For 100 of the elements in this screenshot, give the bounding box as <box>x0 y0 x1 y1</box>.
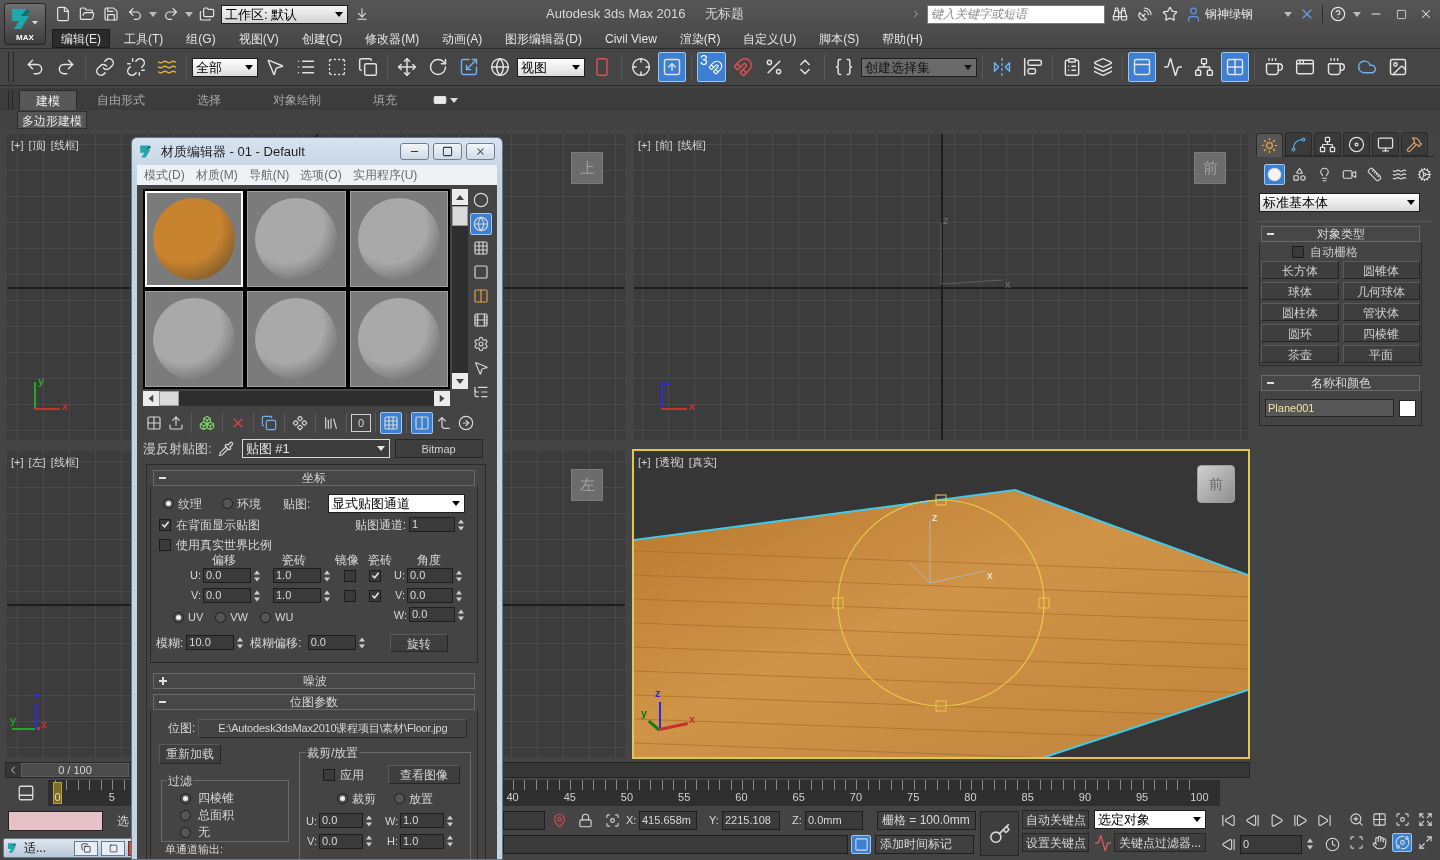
number-field[interactable]: 1.0 <box>400 813 444 829</box>
number-field[interactable]: 0.0 <box>409 607 455 623</box>
add-time-tag-field[interactable]: 添加时间标记 <box>875 834 974 854</box>
menu-item[interactable]: 视图(V) <box>229 28 288 48</box>
ribbon-tab[interactable]: 选择 <box>165 90 253 110</box>
number-field[interactable]: 1.0 <box>400 833 444 849</box>
scroll-thumb[interactable] <box>159 391 179 406</box>
menu-item[interactable]: 脚本(S) <box>810 28 869 48</box>
frame-field[interactable]: 0 <box>1240 834 1302 854</box>
radio-button[interactable] <box>173 611 184 623</box>
current-frame-marker[interactable]: 0 <box>53 782 62 804</box>
object-type-button[interactable]: 四棱锥 <box>1342 324 1420 342</box>
radio-button[interactable] <box>180 826 191 838</box>
sample-option-button[interactable] <box>470 213 492 235</box>
coordinate-field[interactable]: 0.0mm <box>805 810 863 830</box>
help-button[interactable] <box>1328 4 1348 24</box>
rollout-header[interactable]: 坐标 <box>153 469 475 486</box>
maximize-button[interactable] <box>101 840 125 856</box>
number-field[interactable]: 0.0 <box>407 588 453 603</box>
gizmo-handle[interactable] <box>935 700 947 712</box>
rollout-header[interactable]: 位图参数 <box>153 693 475 710</box>
viewport-label[interactable]: [透视] <box>655 454 684 471</box>
map-name-dropdown[interactable]: 贴图 #1 <box>241 439 390 459</box>
keyboard-override-button[interactable] <box>658 52 686 82</box>
map-type-button[interactable]: Bitmap <box>394 439 483 459</box>
category-dropdown[interactable]: 标准基本体 <box>1259 193 1420 212</box>
checkbox[interactable] <box>369 569 381 582</box>
panel-tab[interactable] <box>1343 132 1370 156</box>
menu-item[interactable]: 帮助(H) <box>873 28 932 48</box>
prompt-field[interactable] <box>503 834 848 854</box>
spinner-arrows-icon[interactable] <box>323 568 331 583</box>
number-field[interactable]: 0.0 <box>407 568 453 583</box>
set-key-button[interactable] <box>980 811 1019 856</box>
selection-filter-dropdown[interactable]: 全部 <box>192 57 258 77</box>
number-field[interactable]: 0.0 <box>319 833 363 849</box>
object-type-button[interactable]: 圆柱体 <box>1261 303 1339 321</box>
save-button[interactable] <box>101 4 121 24</box>
menu-item[interactable]: 渲染(R) <box>670 28 730 48</box>
ribbon-toggle-button[interactable] <box>1127 52 1156 82</box>
spinner-arrows-icon[interactable] <box>357 635 366 650</box>
time-slider-handle[interactable]: 0 / 100 <box>21 763 129 777</box>
spinner-arrows-icon[interactable] <box>365 813 373 828</box>
minimize-button[interactable] <box>400 143 429 160</box>
panel-tab[interactable] <box>1256 133 1283 157</box>
spinner-arrows-icon[interactable] <box>236 635 245 650</box>
viewport-label[interactable]: [真实] <box>688 454 717 471</box>
number-field[interactable]: 0.0 <box>319 813 363 829</box>
radio-button[interactable] <box>260 611 271 623</box>
panel-tab[interactable] <box>1372 132 1399 156</box>
object-type-button[interactable]: 几何球体 <box>1342 282 1420 300</box>
radio-button[interactable] <box>215 611 227 623</box>
number-field[interactable]: 1 <box>409 517 455 532</box>
selection-field[interactable] <box>503 810 545 830</box>
checkbox[interactable] <box>344 569 356 582</box>
panel-tab[interactable] <box>1285 132 1312 156</box>
object-type-button[interactable]: 平面 <box>1342 345 1420 363</box>
gizmo-handle[interactable] <box>935 494 947 506</box>
spinner-arrows-icon[interactable] <box>323 588 331 603</box>
radio-button[interactable] <box>222 498 233 509</box>
radio-button[interactable] <box>163 498 174 509</box>
number-field[interactable]: 1.0 <box>273 568 321 583</box>
ribbon-tab[interactable]: 建模 <box>19 90 77 110</box>
viewport-label[interactable]: [线框] <box>50 137 79 154</box>
menu-item[interactable]: 创建(C) <box>292 28 352 48</box>
user-account-button[interactable]: 钢神绿钢 <box>1185 4 1253 24</box>
radio-button[interactable] <box>180 809 191 821</box>
panel-tab[interactable] <box>1314 132 1341 156</box>
set-key-mode-button[interactable]: 设置关键点 <box>1022 833 1089 852</box>
gizmo-handle[interactable] <box>1038 597 1050 609</box>
menu-item[interactable]: 选项(O) <box>295 166 347 184</box>
ribbon-tab[interactable]: 自由形式 <box>77 90 165 110</box>
spinner-arrows-icon[interactable] <box>253 568 261 583</box>
checkbox[interactable] <box>159 518 171 531</box>
viewport-label[interactable]: [前] <box>655 137 673 154</box>
script-listener-field[interactable] <box>8 810 103 831</box>
ribbon-tab[interactable]: 填充 <box>341 90 429 110</box>
auto-key-button[interactable]: 自动关键点 <box>1022 810 1089 829</box>
viewport-label[interactable]: [顶] <box>28 137 46 154</box>
checkbox[interactable] <box>323 768 335 781</box>
search-button[interactable] <box>1110 4 1130 24</box>
menu-item[interactable]: Civil View <box>596 28 666 48</box>
search-field[interactable]: 键入关键字或短语 <box>927 4 1105 24</box>
ribbon-panel-button[interactable]: 多边形建模 <box>17 111 87 129</box>
menu-item[interactable]: 编辑(E) <box>52 28 110 48</box>
spinner-arrows-icon[interactable] <box>253 588 261 603</box>
object-type-button[interactable]: 长方体 <box>1261 261 1339 279</box>
spinner-arrows-icon[interactable] <box>446 813 454 828</box>
menu-item[interactable]: 工具(T) <box>115 28 173 48</box>
close-button[interactable] <box>466 143 495 160</box>
app-menu-button[interactable]: MAX <box>4 3 46 45</box>
mapping-dropdown[interactable]: 显式贴图通道 <box>328 494 466 513</box>
scroll-down-button[interactable] <box>452 373 468 389</box>
reload-button[interactable]: 重新加载 <box>159 743 221 764</box>
viewport-label[interactable]: [+] <box>638 137 651 154</box>
checkbox[interactable] <box>1292 245 1304 258</box>
workspace-dropdown[interactable]: 工作区: 默认 <box>221 4 348 24</box>
object-name-field[interactable]: Plane001 <box>1265 399 1395 417</box>
color-swatch[interactable] <box>1399 399 1416 417</box>
spinner-arrows-icon[interactable] <box>365 834 373 849</box>
scroll-up-button[interactable] <box>452 189 468 205</box>
